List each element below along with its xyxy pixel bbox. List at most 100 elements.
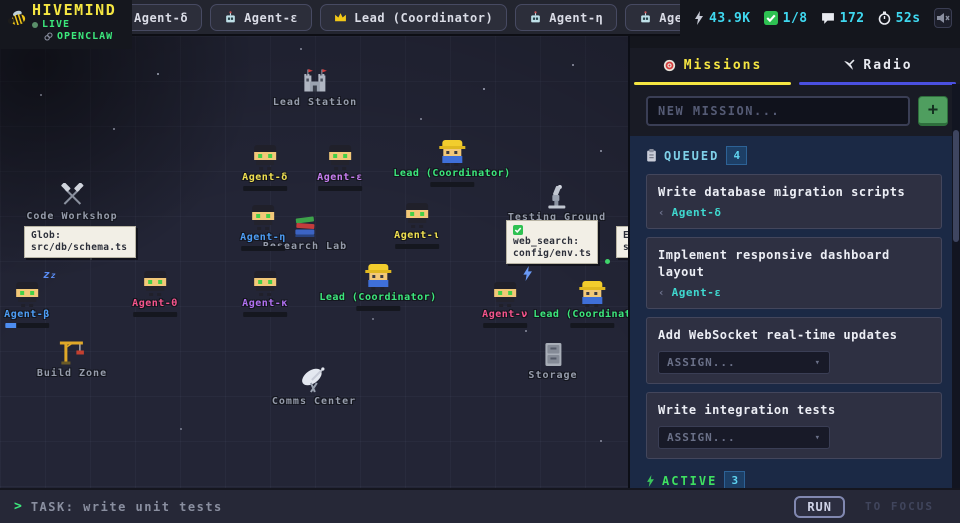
- stat-timer: 52s: [878, 11, 921, 26]
- speaker-mute-icon: [936, 12, 950, 24]
- cabinet-icon: [542, 341, 564, 368]
- map-agent-kappa[interactable]: Agent-κ: [242, 270, 288, 317]
- agent-progress-bar: [570, 323, 614, 328]
- agent-name: Agent-β: [4, 309, 50, 320]
- books-icon: [292, 216, 318, 239]
- mission-card[interactable]: Write integration tests ASSIGN... ▾: [646, 392, 942, 459]
- robot-icon: [529, 11, 542, 24]
- tab-radio[interactable]: Radio: [795, 48, 960, 82]
- worker-sprite: [251, 270, 279, 296]
- agent-progress-bar: [133, 312, 177, 317]
- map-agent-lead-3[interactable]: Lead (Coordinator): [533, 264, 628, 328]
- map-agent-nu[interactable]: Agent-ν: [482, 264, 528, 328]
- run-button[interactable]: RUN: [794, 496, 845, 518]
- active-bolt-icon: [646, 475, 655, 487]
- add-mission-button[interactable]: +: [918, 96, 948, 126]
- agent-progress-bar: [395, 244, 439, 249]
- mute-button[interactable]: [934, 8, 952, 28]
- tab-label: Agent-η: [549, 11, 603, 25]
- agent-progress-bar: [356, 306, 400, 311]
- panel-scrollbar[interactable]: [952, 84, 960, 488]
- missions-tab-underline: [634, 82, 791, 85]
- building-testing-ground: Testing Ground: [508, 183, 606, 223]
- missions-list: QUEUED 4 Write database migration script…: [630, 136, 960, 492]
- microscope-icon: [545, 183, 569, 210]
- queued-section-header: QUEUED 4: [646, 146, 942, 165]
- crown-icon: [334, 12, 347, 23]
- building-label: Build Zone: [37, 368, 107, 379]
- building-code-workshop: Code Workshop: [26, 183, 117, 222]
- world-map[interactable]: Lead Station Code Workshop Research Lab …: [0, 36, 628, 488]
- tab-label: Agent-ε: [244, 11, 298, 25]
- tab-agent-eta[interactable]: Agent-η: [515, 4, 617, 31]
- assign-dropdown[interactable]: ASSIGN... ▾: [658, 351, 830, 374]
- assignee-caret-icon: ‹: [658, 206, 665, 219]
- map-agent-beta[interactable]: zz Agent-β: [4, 264, 50, 328]
- queued-count-badge: 4: [726, 146, 747, 165]
- building-storage: Storage: [528, 341, 577, 381]
- assign-dropdown[interactable]: ASSIGN... ▾: [658, 426, 830, 449]
- tab-label: Lead (Coordinator): [354, 11, 493, 25]
- link-icon: [44, 32, 53, 41]
- missions-panel: Missions Radio + QUEUED 4 Write database…: [628, 36, 960, 488]
- focus-hint: TO FOCUS: [865, 500, 934, 513]
- assignee-caret-icon: ‹: [658, 286, 665, 299]
- chat-icon: [821, 12, 835, 25]
- mission-card[interactable]: Add WebSocket real-time updates ASSIGN..…: [646, 317, 942, 384]
- stat-messages: 172: [821, 11, 865, 26]
- lead-sprite: [578, 281, 606, 307]
- chevron-down-icon: ▾: [815, 358, 821, 368]
- map-agent-delta[interactable]: Agent-δ: [242, 144, 288, 191]
- agent-name: Lead (Coordinator): [533, 309, 628, 320]
- new-mission-input[interactable]: [646, 96, 910, 126]
- scrollbar-thumb[interactable]: [953, 130, 959, 242]
- radio-dish-icon: [842, 59, 855, 72]
- map-agent-iota[interactable]: Agent-ι: [394, 202, 440, 249]
- agent-progress-bar: [483, 323, 527, 328]
- tooltip-web-search: web_search: config/env.ts: [506, 220, 598, 264]
- agent-progress-bar: [243, 186, 287, 191]
- tab-missions[interactable]: Missions: [630, 48, 795, 82]
- agent-tab-strip: Agent-δ Agent-ε Lead (Coordinator) Agent…: [100, 4, 721, 31]
- building-label: Code Workshop: [26, 211, 117, 222]
- map-agent-epsilon[interactable]: Agent-ε: [317, 144, 363, 191]
- agent-name: Agent-ι: [394, 230, 440, 241]
- tab-lead-coordinator[interactable]: Lead (Coordinator): [320, 4, 507, 31]
- hammers-icon: [59, 183, 85, 209]
- worker-sprite: [141, 270, 169, 296]
- map-agent-theta[interactable]: Agent-θ: [132, 270, 178, 317]
- stats-bar: 43.9K 1/8 172 52s: [680, 0, 960, 36]
- castle-icon: [301, 68, 329, 95]
- clipboard-icon: [646, 149, 657, 162]
- assignee-name: Agent-δ: [672, 206, 722, 219]
- live-status: LIVE: [32, 19, 116, 30]
- tab-agent-epsilon[interactable]: Agent-ε: [210, 4, 312, 31]
- new-mission-row: +: [630, 86, 960, 136]
- sleep-indicator: zz: [43, 264, 56, 281]
- lead-sprite: [438, 140, 466, 166]
- mission-card[interactable]: Write database migration scripts ‹ Agent…: [646, 174, 942, 229]
- crane-icon: [58, 338, 86, 366]
- task-bar: > TASK: write unit tests RUN TO FOCUS: [0, 488, 960, 523]
- building-label: Storage: [528, 370, 577, 381]
- tooltip-clipped: E s: [616, 226, 628, 258]
- worker-sprite: [13, 281, 41, 307]
- bee-icon: [6, 8, 28, 28]
- worker-sprite: [326, 144, 354, 170]
- stat-tasks-done: 1/8: [764, 11, 808, 26]
- agent-name: Agent-δ: [242, 172, 288, 183]
- worker-sprite: [403, 202, 431, 228]
- map-agent-lead-1[interactable]: Lead (Coordinator): [393, 140, 510, 187]
- assignee-name: Agent-ε: [672, 286, 722, 299]
- openclaw-link[interactable]: OPENCLAW: [44, 31, 116, 42]
- chevron-down-icon: ▾: [815, 433, 821, 443]
- tab-label: Agent-δ: [134, 11, 188, 25]
- robot-icon: [224, 11, 237, 24]
- mission-card[interactable]: Implement responsive dashboard layout ‹ …: [646, 237, 942, 309]
- map-agent-eta[interactable]: Agent-η: [240, 204, 286, 251]
- stat-energy: 43.9K: [694, 11, 751, 26]
- agent-progress-bar: [241, 246, 285, 251]
- panel-tab-bar: Missions Radio: [630, 48, 960, 82]
- satellite-dish-icon: [298, 366, 330, 394]
- map-agent-lead-2[interactable]: Lead (Coordinator): [319, 264, 436, 311]
